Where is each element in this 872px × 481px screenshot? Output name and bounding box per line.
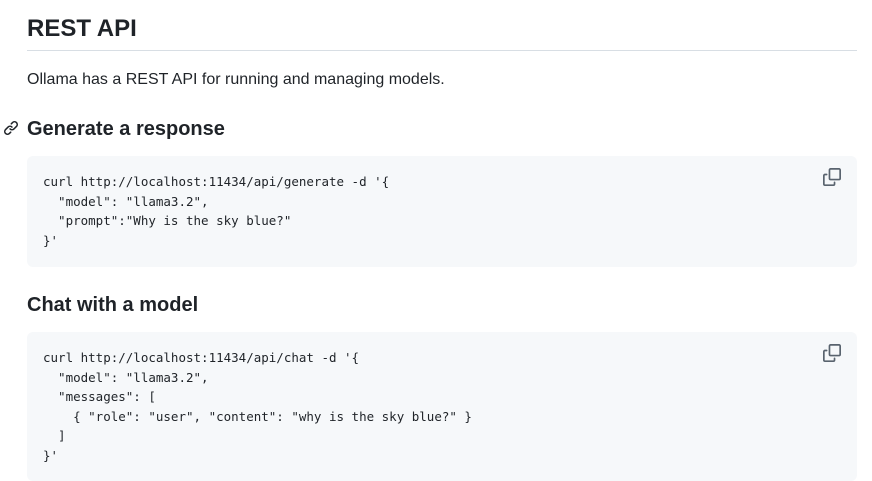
copy-icon[interactable] [823,344,843,364]
copy-icon[interactable] [823,168,843,188]
generate-heading: Generate a response [27,118,225,140]
chat-code: curl http://localhost:11434/api/chat -d … [43,350,472,463]
chat-heading: Chat with a model [27,294,199,316]
generate-code: curl http://localhost:11434/api/generate… [43,174,390,248]
chat-code-block: curl http://localhost:11434/api/chat -d … [27,332,857,481]
rest-api-heading: REST API [27,14,857,51]
link-icon[interactable] [3,120,19,136]
readme-section: REST API Ollama has a REST API for runni… [0,0,872,481]
rest-api-intro: Ollama has a REST API for running and ma… [27,71,445,88]
generate-code-block: curl http://localhost:11434/api/generate… [27,156,857,267]
